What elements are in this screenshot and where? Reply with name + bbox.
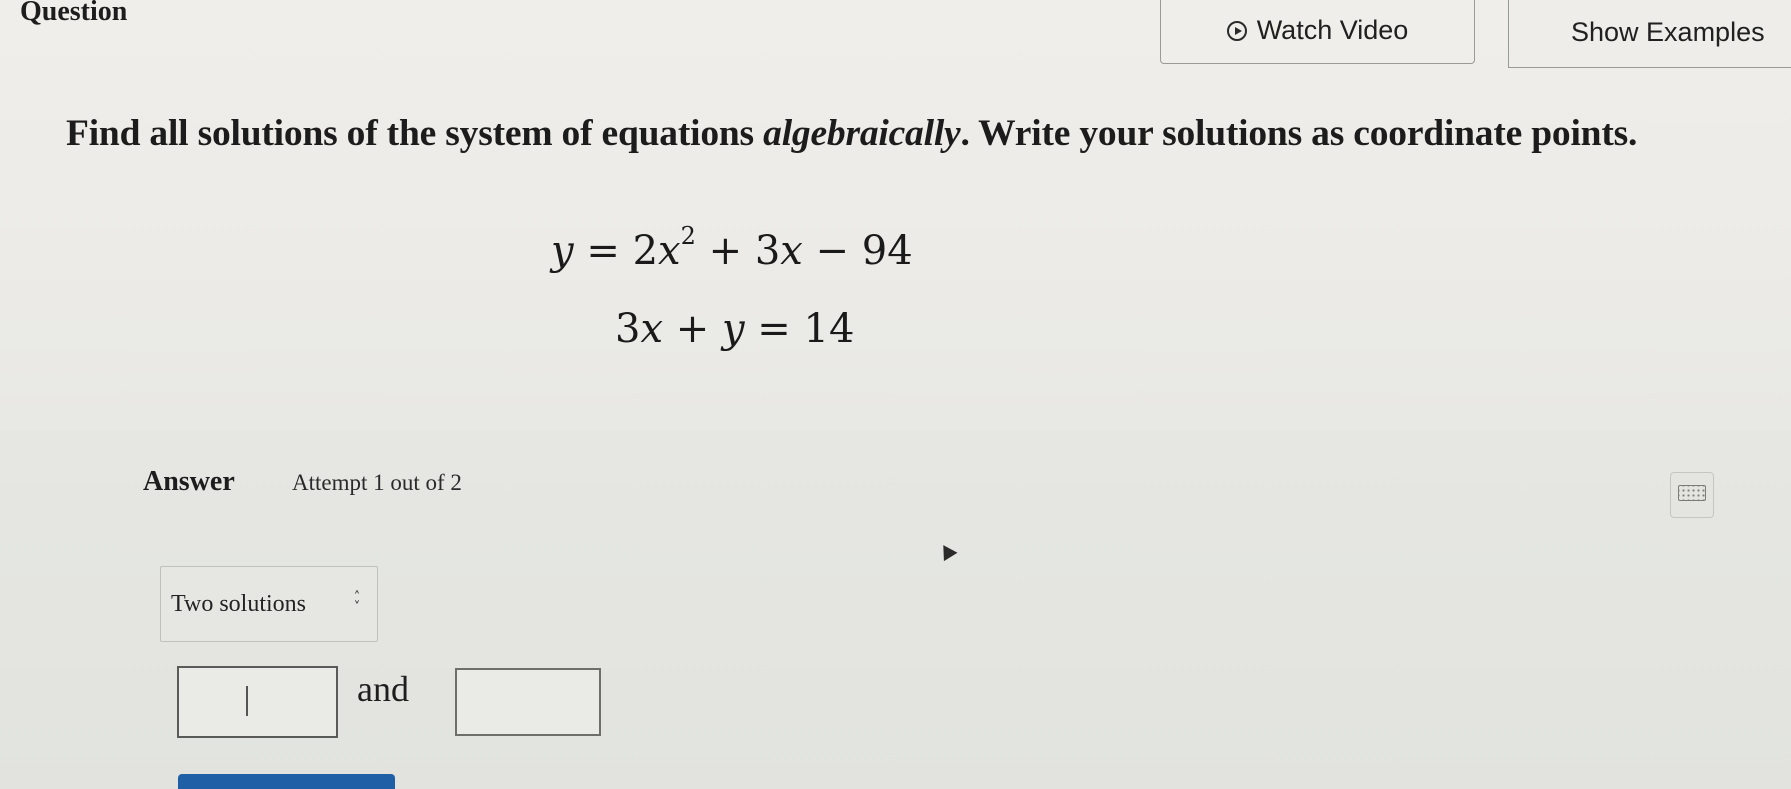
show-examples-label: Show Examples (1571, 17, 1765, 47)
solution-input-2[interactable] (455, 668, 601, 736)
answer-label: Answer (143, 466, 235, 497)
submit-button[interactable] (178, 774, 395, 789)
attempt-counter: Attempt 1 out of 2 (292, 470, 462, 495)
question-prompt: Find all solutions of the system of equa… (66, 112, 1786, 155)
prompt-start: Find all solutions of the system of equa… (66, 113, 764, 154)
prompt-emphasis: algebraically (763, 113, 961, 154)
up-down-chevron-icon: ˄ ˅ (353, 590, 361, 615)
equation-1: y = 2x2 + 3x − 94 (551, 222, 913, 274)
text-caret (246, 686, 248, 716)
prompt-end: . Write your solutions as coordinate poi… (960, 113, 1638, 154)
and-label: and (357, 669, 409, 709)
question-header: Question (20, 0, 128, 27)
show-examples-button[interactable]: Show Examples (1508, 0, 1791, 68)
play-circle-icon (1226, 20, 1247, 41)
keyboard-icon[interactable] (1670, 472, 1714, 518)
solutions-count-select[interactable]: Two solutions ˄ ˅ (160, 566, 378, 642)
equation-2: 3x + y = 14 (615, 306, 855, 352)
watch-video-label: Watch Video (1256, 15, 1409, 45)
watch-video-button[interactable]: Watch Video (1160, 0, 1475, 64)
solutions-count-value: Two solutions (171, 590, 306, 617)
solution-input-1[interactable] (177, 666, 338, 738)
